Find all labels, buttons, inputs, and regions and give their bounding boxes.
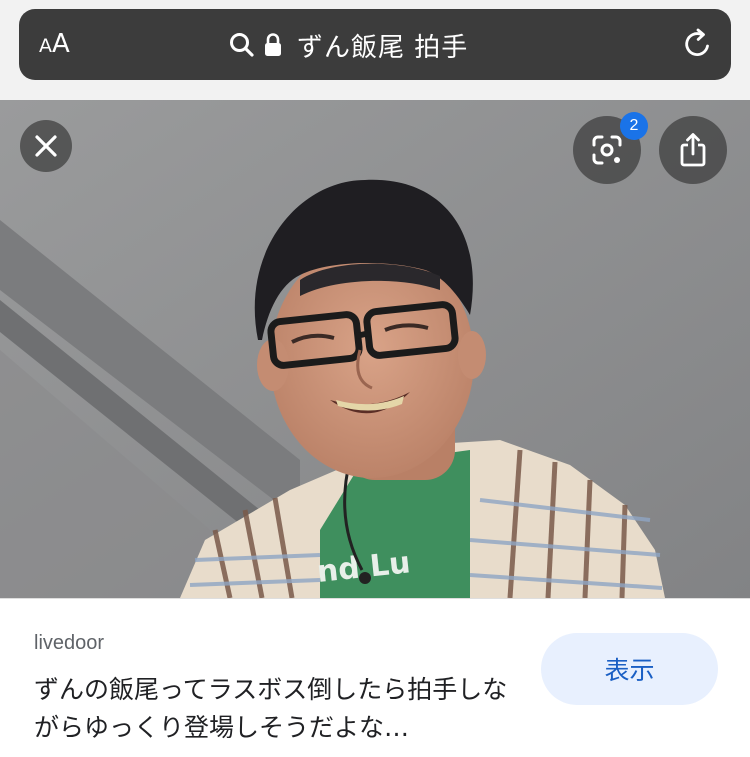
close-button[interactable] bbox=[20, 120, 72, 172]
share-icon bbox=[680, 133, 706, 167]
text-size-button[interactable]: AA bbox=[39, 29, 70, 59]
address-bar[interactable]: AA ずん飯尾 拍手 bbox=[19, 9, 731, 80]
photo-scene: nd Lu bbox=[0, 100, 750, 598]
text-size-large-glyph: A bbox=[52, 29, 70, 59]
url-display[interactable]: ずん飯尾 拍手 bbox=[229, 23, 468, 67]
lock-icon bbox=[265, 33, 281, 56]
lens-count-badge: 2 bbox=[620, 112, 648, 140]
lens-icon bbox=[592, 135, 622, 165]
show-button[interactable]: 表示 bbox=[541, 633, 718, 705]
browser-toolbar: AA ずん飯尾 拍手 bbox=[0, 0, 750, 100]
search-icon bbox=[230, 33, 254, 57]
text-size-small-glyph: A bbox=[39, 35, 52, 57]
reload-icon[interactable] bbox=[681, 27, 715, 61]
source-site[interactable]: livedoor bbox=[34, 632, 104, 655]
share-button[interactable] bbox=[659, 116, 727, 184]
close-icon bbox=[35, 135, 57, 157]
result-image: nd Lu 2 bbox=[0, 100, 750, 598]
result-info-panel: livedoor ずんの飯尾ってラスボス倒したら拍手しながらゆっくり登場しそうだ… bbox=[0, 598, 750, 757]
url-text: ずん飯尾 拍手 bbox=[297, 32, 469, 63]
result-caption[interactable]: ずんの飯尾ってラスボス倒したら拍手しながらゆっくり登場しそうだよな… bbox=[34, 671, 524, 747]
